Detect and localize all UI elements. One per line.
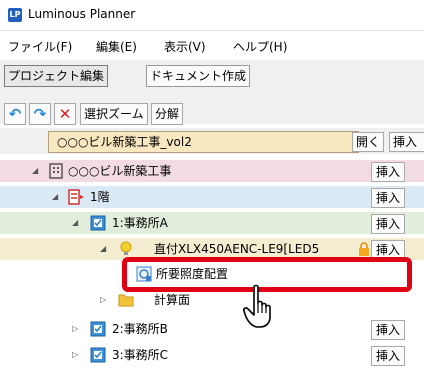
menu-view[interactable]: 表示(V) (164, 38, 206, 55)
insert-button-room-a[interactable]: 挿入 (371, 214, 405, 234)
app-logo-icon: LP (8, 8, 22, 22)
delete-button[interactable]: ✕ (54, 103, 76, 125)
collapse-arrow-icon[interactable]: ▷ (100, 289, 106, 311)
redo-button[interactable]: ↷ (29, 103, 51, 125)
redo-icon: ↷ (33, 105, 47, 123)
collapse-arrow-icon[interactable]: ▷ (72, 344, 78, 366)
delete-x-icon: ✕ (58, 105, 72, 123)
split-button[interactable]: 分解 (151, 103, 184, 125)
menu-file[interactable]: ファイル(F) (8, 38, 72, 55)
expand-arrow-icon[interactable]: ◢ (32, 160, 38, 182)
insert-button-floor[interactable]: 挿入 (371, 188, 405, 208)
collapse-arrow-icon[interactable]: ▷ (72, 318, 78, 340)
expand-arrow-icon[interactable]: ◢ (72, 212, 78, 234)
expand-arrow-icon[interactable]: ◢ (100, 238, 106, 260)
tree-row-room-a[interactable] (0, 212, 424, 234)
tree-label-building: ○○○ビル新築工事 (68, 164, 172, 178)
tree-label-room-b: 2:事務所B (112, 322, 168, 336)
room-icon (90, 321, 106, 337)
tree-label-room-a: 1:事務所A (112, 216, 168, 230)
light-bulb-icon (120, 241, 132, 255)
tab-document-create[interactable]: ドキュメント作成 (146, 65, 251, 87)
select-zoom-button[interactable]: 選択ズーム (80, 103, 148, 125)
hand-cursor-icon (243, 284, 271, 328)
undo-button[interactable]: ↶ (4, 103, 26, 125)
insert-button-room-c[interactable]: 挿入 (371, 346, 405, 366)
expand-arrow-icon[interactable]: ◢ (52, 186, 58, 208)
building-icon (49, 163, 63, 179)
undo-icon: ↶ (8, 105, 22, 123)
tree-label-floor: 1階 (90, 190, 110, 204)
tree-label-calc-plane: 計算面 (154, 293, 191, 307)
tree-label-room-c: 3:事務所C (112, 348, 169, 362)
app-title: Luminous Planner (28, 7, 136, 21)
floor-icon (68, 189, 84, 205)
folder-icon (118, 294, 134, 307)
menu-edit[interactable]: 編集(E) (96, 38, 137, 55)
file-insert-button[interactable]: 挿入 (389, 132, 424, 152)
room-icon (90, 347, 106, 363)
lock-icon (359, 242, 369, 256)
tab-project-edit[interactable]: プロジェクト編集 (4, 65, 109, 87)
open-button[interactable]: 開く (352, 132, 385, 152)
insert-button-building[interactable]: 挿入 (371, 162, 405, 182)
tree-row-floor[interactable] (0, 186, 424, 208)
menu-help[interactable]: ヘルプ(H) (233, 38, 287, 55)
project-file-field[interactable]: ○○○ビル新築工事_vol2 (48, 131, 359, 153)
room-icon (90, 215, 106, 231)
insert-button-room-b[interactable]: 挿入 (371, 320, 405, 340)
